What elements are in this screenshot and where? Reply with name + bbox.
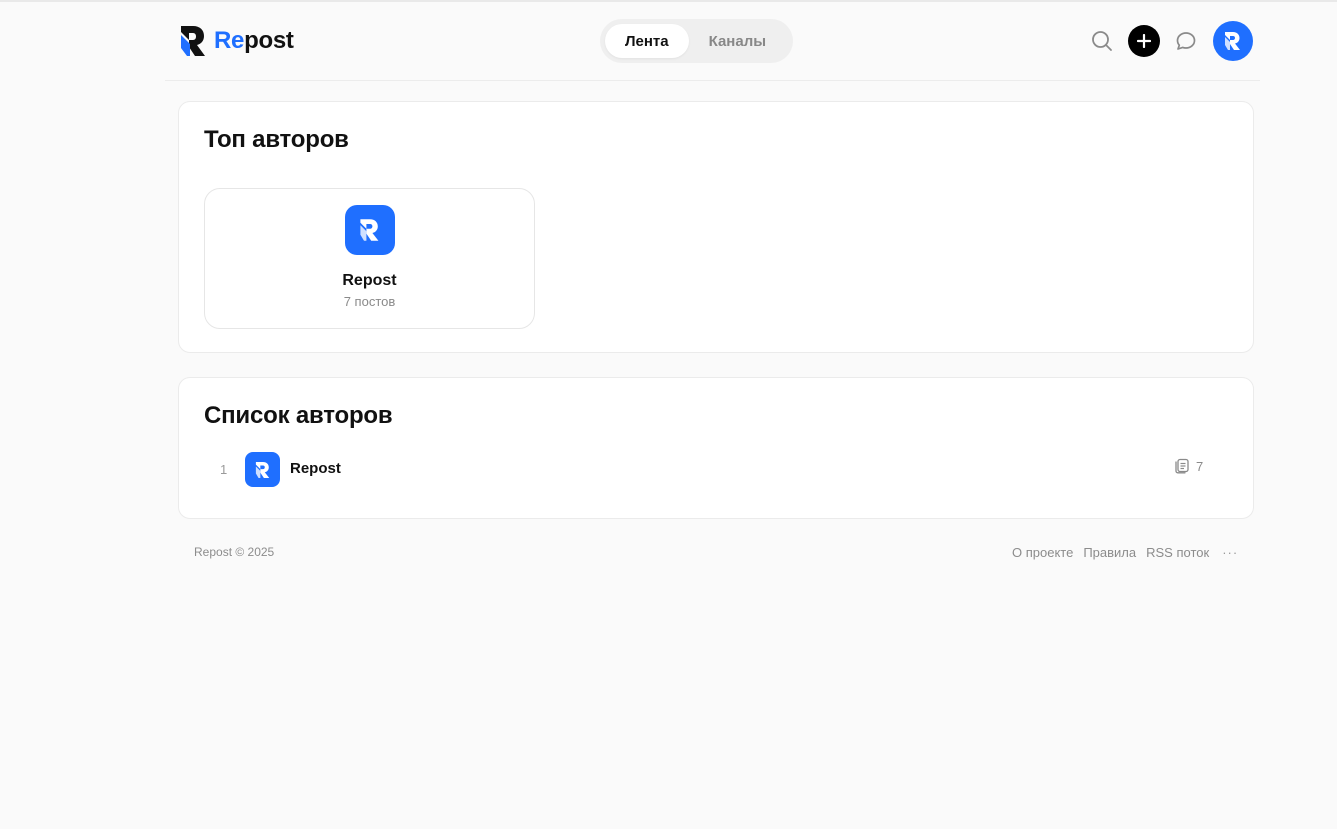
chat-icon: [1176, 32, 1196, 50]
author-avatar: [245, 452, 280, 487]
top-authors-card: Топ авторов Repost 7 постов: [178, 101, 1254, 353]
footer-copyright: Repost © 2025: [194, 545, 275, 559]
repost-logo-icon: [360, 219, 379, 241]
create-post-button[interactable]: [1128, 25, 1160, 57]
search-button[interactable]: [1090, 26, 1114, 56]
repost-logo-icon: [1225, 32, 1240, 50]
logo[interactable]: Repost: [181, 24, 294, 58]
author-post-count: 7 постов: [343, 294, 396, 309]
author-avatar: [345, 205, 395, 255]
site-header: Repost Лента Каналы: [165, 2, 1260, 81]
author-tile[interactable]: Repost 7 постов: [204, 188, 535, 329]
tab-feed[interactable]: Лента: [605, 24, 689, 58]
author-name: Repost: [290, 460, 341, 477]
search-icon: [1092, 31, 1112, 51]
more-icon[interactable]: ···: [1222, 545, 1238, 560]
logo-text: Repost: [214, 27, 294, 54]
feed-tabs: Лента Каналы: [600, 19, 793, 63]
footer-link-rss[interactable]: RSS поток: [1146, 545, 1209, 560]
footer-link-rules[interactable]: Правила: [1083, 545, 1136, 560]
author-rank: 1: [220, 462, 228, 477]
repost-logo-icon: [255, 461, 269, 478]
author-row[interactable]: 1 Repost 7: [204, 450, 1234, 488]
authors-list-card: Список авторов 1 Repost 7: [178, 377, 1254, 519]
logo-mark-icon: [181, 26, 205, 56]
authors-list-title: Список авторов: [204, 402, 393, 429]
author-posts: 7: [1174, 458, 1203, 474]
tab-channels[interactable]: Каналы: [689, 24, 786, 58]
footer-link-about[interactable]: О проекте: [1012, 545, 1073, 560]
footer-links: О проекте Правила RSS поток ···: [1012, 545, 1238, 560]
plus-icon: [1137, 34, 1151, 48]
user-avatar[interactable]: [1213, 21, 1253, 61]
author-name: Repost: [342, 272, 397, 289]
posts-icon: [1175, 458, 1189, 474]
author-posts-count: 7: [1196, 458, 1204, 474]
messages-button[interactable]: [1174, 26, 1198, 56]
top-authors-title: Топ авторов: [204, 126, 349, 153]
